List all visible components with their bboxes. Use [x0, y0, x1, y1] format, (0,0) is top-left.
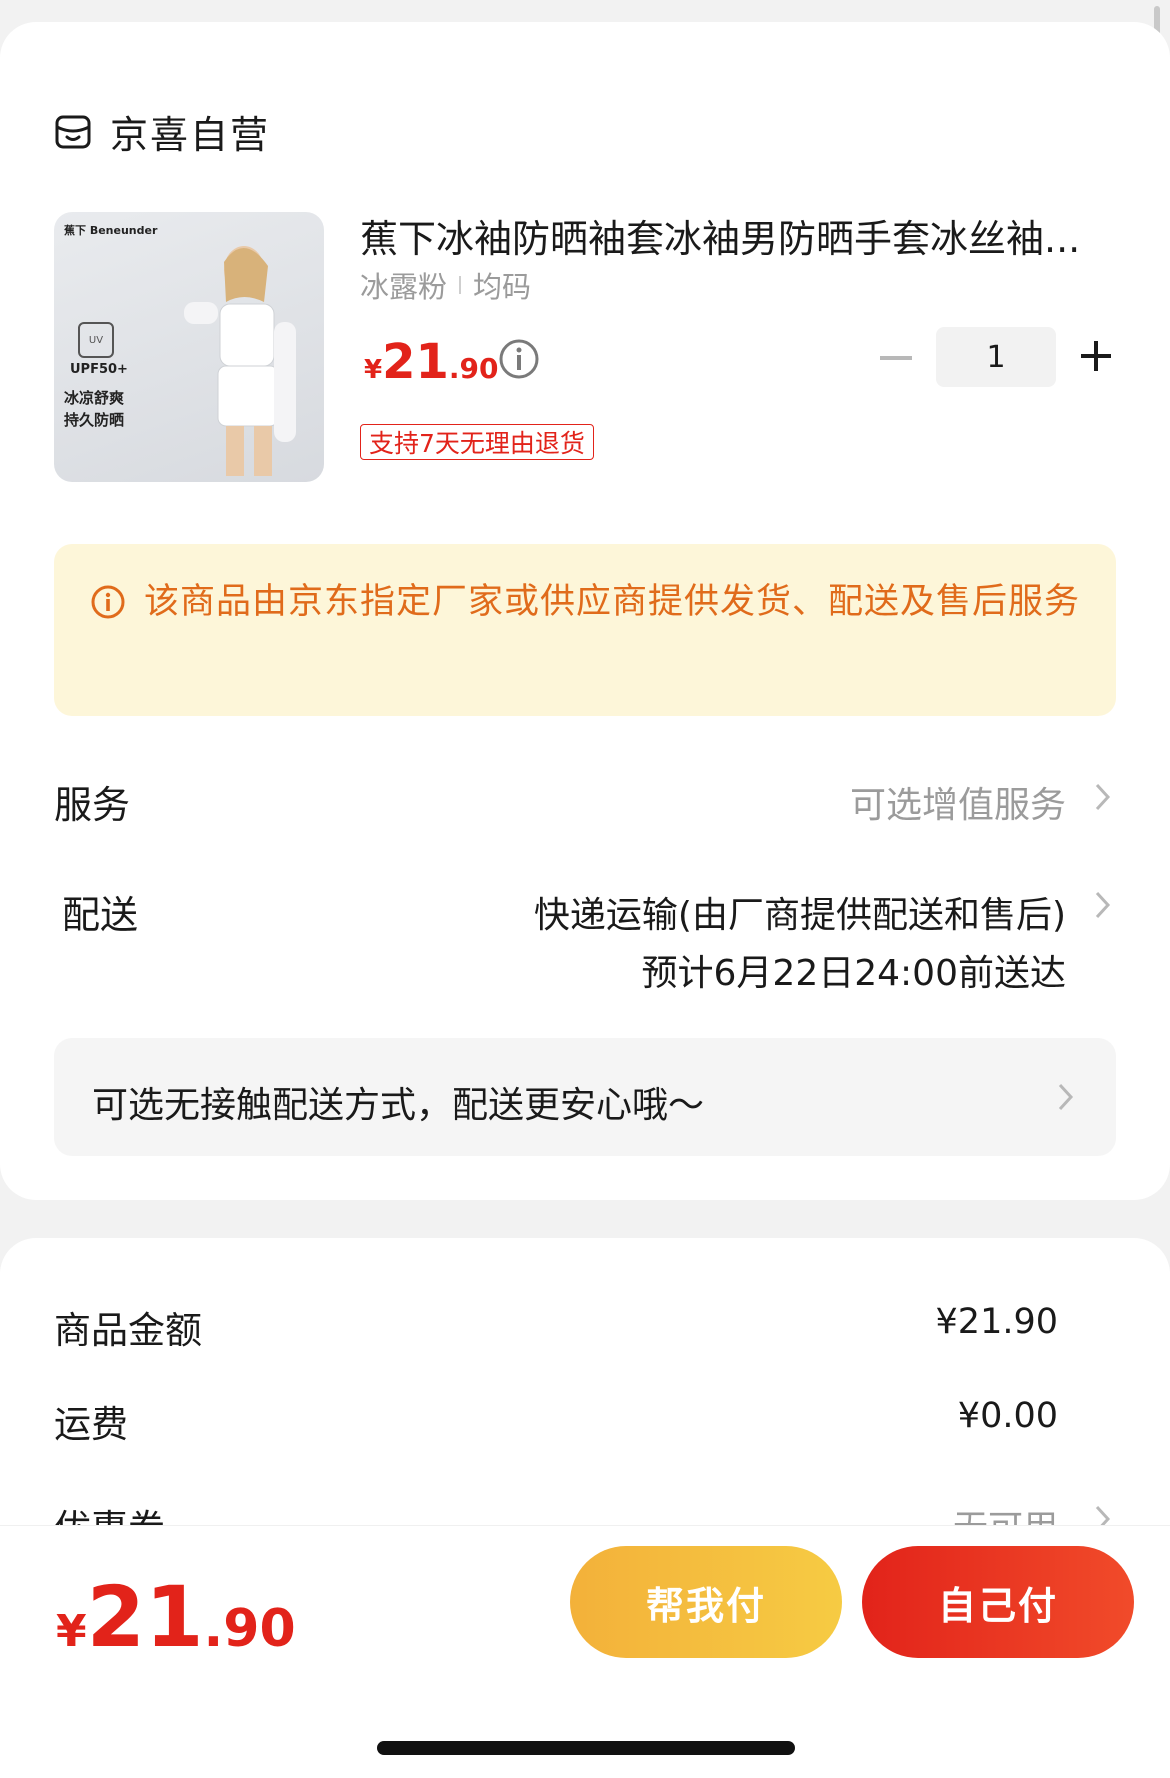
return-policy-badge: 支持7天无理由退货	[360, 424, 594, 460]
service-value[interactable]: 可选增值服务	[850, 776, 1066, 828]
total-price: ¥ 21 .90	[56, 1568, 296, 1666]
unit-price: ¥ 21 .90	[364, 334, 499, 390]
delivery-method[interactable]: 快递运输(由厂商提供配送和售后)	[534, 886, 1066, 938]
price-info-icon[interactable]	[498, 338, 540, 380]
store-name: 京喜自营	[110, 113, 271, 157]
home-indicator[interactable]	[377, 1741, 795, 1755]
quantity-increase-button[interactable]	[1080, 340, 1112, 372]
product-image[interactable]: 蕉下 Beneunder UV UPF50+ 冰凉舒爽 持久防晒	[54, 212, 324, 482]
store-header[interactable]: 京喜自营	[54, 104, 270, 159]
supplier-notice: 该商品由京东指定厂家或供应商提供发货、配送及售后服务	[54, 544, 1116, 716]
uv-icon: UV	[78, 322, 114, 358]
delivery-chevron-right-icon[interactable]	[1094, 890, 1112, 920]
self-pay-button[interactable]: 自己付	[862, 1546, 1134, 1658]
shipping-fee-label: 运费	[54, 1403, 128, 1446]
quantity-decrease-button[interactable]	[880, 356, 912, 360]
contactless-delivery-text: 可选无接触配送方式，配送更安心哦～	[92, 1085, 705, 1126]
quantity-input[interactable]: 1	[936, 327, 1056, 387]
delivery-eta: 预计6月22日24:00前送达	[641, 953, 1066, 994]
store-icon	[55, 115, 91, 148]
model-figure	[184, 246, 296, 476]
spec-size: 均码	[473, 270, 532, 304]
spec-color: 冰露粉	[360, 270, 448, 304]
goods-amount-value: ¥21.90	[935, 1302, 1058, 1342]
info-icon	[91, 585, 125, 619]
product-image-caption: 冰凉舒爽 持久防晒	[64, 389, 125, 429]
shipping-fee-value: ¥0.00	[957, 1396, 1058, 1436]
spec-divider	[459, 276, 462, 294]
contactless-chevron-right-icon[interactable]	[1057, 1082, 1075, 1112]
order-item-card: 京喜自营 蕉下 Beneunder UV UPF50+ 冰凉舒爽 持久防晒 蕉下…	[0, 22, 1170, 1200]
product-spec[interactable]: 冰露粉 均码	[360, 264, 531, 306]
product-image-brand: 蕉下 Beneunder	[64, 224, 158, 237]
service-chevron-right-icon[interactable]	[1094, 782, 1112, 812]
service-label: 服务	[54, 783, 131, 827]
help-pay-button[interactable]: 帮我付	[570, 1546, 842, 1658]
product-image-upf: UPF50+	[70, 362, 128, 377]
contactless-delivery-option[interactable]: 可选无接触配送方式，配送更安心哦～	[54, 1038, 1116, 1156]
delivery-label: 配送	[62, 893, 139, 937]
goods-amount-label: 商品金额	[54, 1309, 202, 1352]
checkout-bar: ¥ 21 .90 帮我付 自己付	[0, 1525, 1170, 1778]
product-title[interactable]: 蕉下冰袖防晒袖套冰袖男防晒手套冰丝袖...	[360, 208, 1120, 263]
supplier-notice-text: 该商品由京东指定厂家或供应商提供发货、配送及售后服务	[144, 582, 1081, 622]
